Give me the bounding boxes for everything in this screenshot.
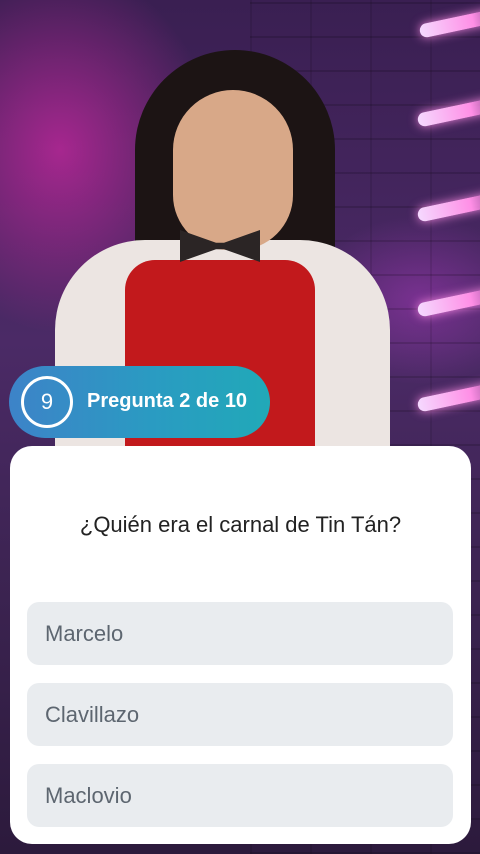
question-card: ¿Quién era el carnal de Tin Tán? Marcelo… [10,446,471,844]
answer-option-3[interactable]: Maclovio [27,764,453,827]
question-progress-pill: 9 Pregunta 2 de 10 [9,366,270,438]
answer-option-2[interactable]: Clavillazo [27,683,453,746]
answer-label: Marcelo [45,620,124,646]
timer-value: 9 [40,389,54,414]
answer-label: Maclovio [45,782,132,808]
question-counter: Pregunta 2 de 10 [87,390,248,412]
answer-label: Clavillazo [45,701,140,727]
host-vest [125,260,315,470]
countdown-timer: 9 [21,376,73,428]
question-text: ¿Quién era el carnal de Tin Tán? [79,512,402,537]
answer-option-1[interactable]: Marcelo [27,602,453,665]
host-face [173,90,293,250]
